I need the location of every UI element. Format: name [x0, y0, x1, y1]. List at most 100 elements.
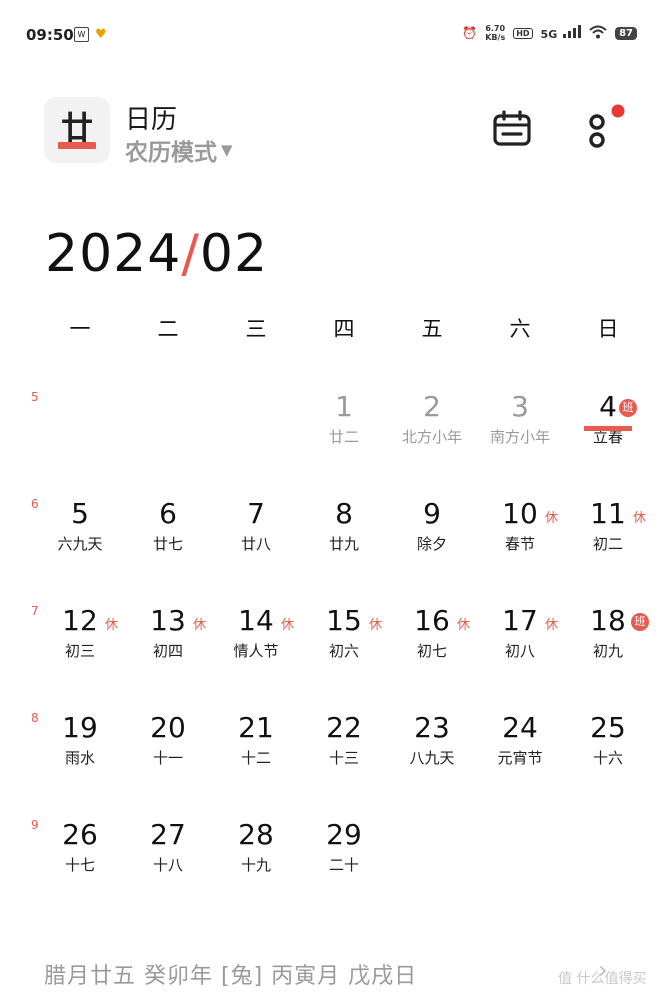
day-number-text: 10: [502, 497, 538, 530]
day-number: 25: [564, 711, 652, 745]
day-cell[interactable]: 27 十八: [124, 818, 212, 898]
day-number: 26: [36, 818, 124, 852]
today-calendar-button[interactable]: [493, 110, 531, 148]
day-cell[interactable]: 16 休初七: [388, 604, 476, 684]
empty-day-cell: [36, 390, 124, 470]
day-number-text: 26: [62, 818, 98, 851]
day-cell[interactable]: 18 班初九: [564, 604, 652, 684]
day-cell[interactable]: 22 十三: [300, 711, 388, 791]
day-number-text: 11: [590, 497, 626, 530]
day-number-text: 4: [599, 390, 617, 423]
week-row: 5 1 廿二 2 北方小年 3 南方小年 4 班立春: [31, 390, 652, 470]
day-number-text: 28: [238, 818, 274, 851]
day-cell[interactable]: 3 南方小年: [476, 390, 564, 470]
lunar-label: 初七: [416, 642, 447, 660]
day-number-text: 19: [62, 711, 98, 744]
empty-day-cell: [564, 818, 652, 898]
day-cell[interactable]: 13 休初四: [124, 604, 212, 684]
workday-badge: 班: [631, 613, 649, 631]
day-cell[interactable]: 17 休初八: [476, 604, 564, 684]
month-number: 02: [199, 224, 269, 284]
lunar-label: 雨水: [64, 749, 95, 767]
calendar-mode-dropdown[interactable]: 农历模式 ▼: [125, 133, 233, 167]
app-logo: 廿: [44, 97, 110, 163]
weekday-label: 四: [333, 317, 355, 341]
day-cell[interactable]: 25 十六: [564, 711, 652, 791]
day-cell[interactable]: 1 廿二: [300, 390, 388, 470]
weekday-header: 一 二 三 四 五 六 日: [36, 313, 652, 343]
holiday-rest-badge: 休: [457, 618, 471, 633]
day-cell[interactable]: 10 休春节: [476, 497, 564, 577]
month-title[interactable]: 2024/02: [45, 224, 268, 284]
speed-unit: KB/s: [485, 33, 506, 42]
day-cell[interactable]: 23 八九天: [388, 711, 476, 791]
day-cell[interactable]: 20 十一: [124, 711, 212, 791]
day-number-text: 12: [62, 604, 98, 637]
day-number: 4: [564, 390, 652, 424]
status-right-icons: ⏰ 6.70 KB/s HD 5G 87: [462, 24, 637, 42]
day-number-text: 16: [414, 604, 450, 637]
day-cell[interactable]: 12 休初三: [36, 604, 124, 684]
day-cell[interactable]: 8 廿九: [300, 497, 388, 577]
weekday-label: 日: [597, 317, 619, 341]
health-icon: ♥: [95, 27, 107, 42]
day-cell[interactable]: 19 雨水: [36, 711, 124, 791]
lunar-label: 元宵节: [497, 749, 543, 767]
weekday-label: 六: [509, 317, 531, 341]
lunar-label: 十八: [152, 856, 183, 874]
day-cell[interactable]: 15 休初六: [300, 604, 388, 684]
caret-down-icon: ▼: [221, 141, 233, 159]
day-cell[interactable]: 5 六九天: [36, 497, 124, 577]
workday-badge: 班: [619, 399, 637, 417]
lunar-label: 十三: [328, 749, 359, 767]
day-cell[interactable]: 29 二十: [300, 818, 388, 898]
lunar-label: 初八: [504, 642, 535, 660]
battery-icon: 87: [615, 26, 637, 40]
day-number: 21: [212, 711, 300, 745]
day-number-text: 1: [335, 390, 353, 423]
speed-value: 6.70: [485, 24, 506, 33]
lunar-label: 十二: [240, 749, 271, 767]
lunar-label: 八九天: [409, 749, 455, 767]
lunar-label: 南方小年: [489, 428, 550, 446]
holiday-rest-badge: 休: [369, 618, 383, 633]
day-number: 8: [300, 497, 388, 531]
hd-icon: HD: [513, 27, 533, 39]
day-number-text: 22: [326, 711, 362, 744]
day-number-text: 3: [511, 390, 529, 423]
lunar-label: 初三: [64, 642, 95, 660]
day-cell[interactable]: 21 十二: [212, 711, 300, 791]
day-cell[interactable]: 11 休初二: [564, 497, 652, 577]
day-cell[interactable]: 28 十九: [212, 818, 300, 898]
lunar-label: 十七: [64, 856, 95, 874]
cellular-signal-icon: 5G: [541, 25, 582, 41]
holiday-rest-badge: 休: [633, 511, 647, 526]
more-menu-button[interactable]: [582, 104, 630, 156]
app-logo-bar: [58, 142, 96, 149]
day-number-text: 27: [150, 818, 186, 851]
day-number-text: 6: [159, 497, 177, 530]
lunar-label: 十六: [592, 749, 623, 767]
day-cell[interactable]: 9 除夕: [388, 497, 476, 577]
day-cell[interactable]: 26 十七: [36, 818, 124, 898]
holiday-rest-badge: 休: [545, 618, 559, 633]
day-cell[interactable]: 2 北方小年: [388, 390, 476, 470]
day-cell[interactable]: 24 元宵节: [476, 711, 564, 791]
status-left-icons: W ♥: [74, 27, 107, 42]
day-cell[interactable]: 4 班立春: [564, 390, 652, 470]
lunar-label: 廿二: [328, 428, 359, 446]
day-number: 23: [388, 711, 476, 745]
day-number: 24: [476, 711, 564, 745]
holiday-rest-badge: 休: [281, 618, 295, 633]
day-cell[interactable]: 6 廿七: [124, 497, 212, 577]
lunar-date-info[interactable]: 腊月廿五 癸卯年 [兔] 丙寅月 戊戌日: [44, 958, 417, 990]
app-title: 日历: [125, 105, 178, 135]
day-cell[interactable]: 7 廿八: [212, 497, 300, 577]
day-cell[interactable]: 14 休情人节: [212, 604, 300, 684]
empty-day-cell: [388, 818, 476, 898]
holiday-rest-badge: 休: [545, 511, 559, 526]
network-speed: 6.70 KB/s: [485, 24, 505, 42]
weekday-label: 一: [69, 317, 91, 341]
lunar-label: 北方小年: [401, 428, 462, 446]
day-number: 22: [300, 711, 388, 745]
